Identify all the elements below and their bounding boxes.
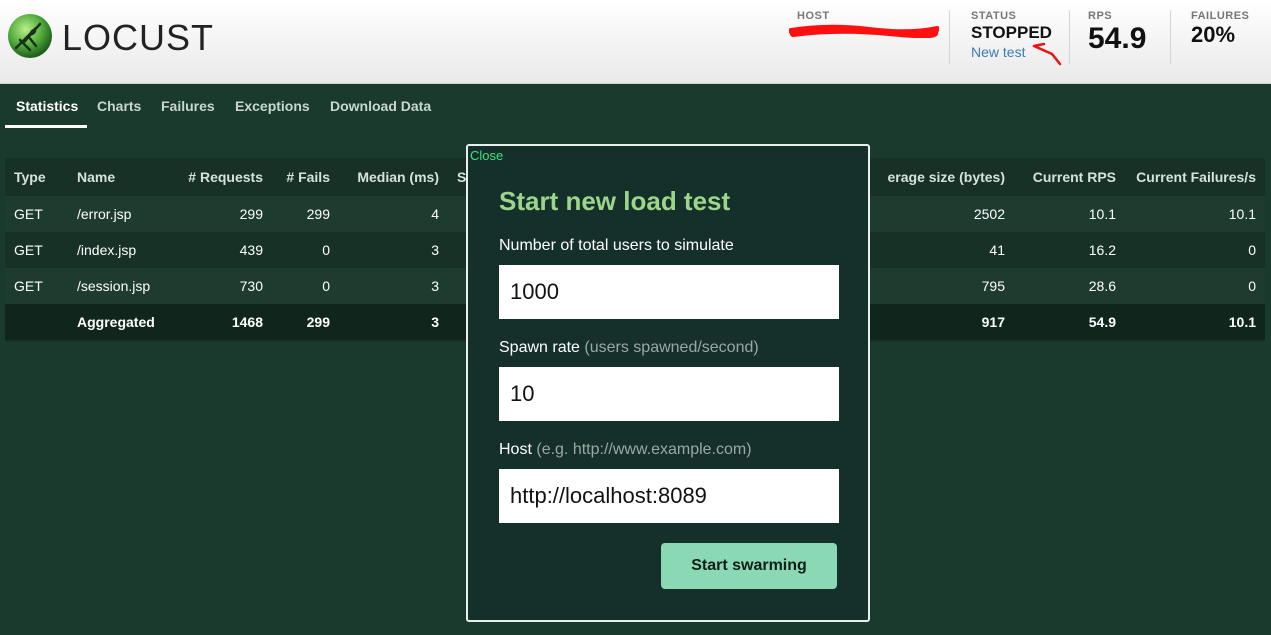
tab-failures[interactable]: Failures xyxy=(161,98,215,114)
cell-rps: 10.1 xyxy=(1014,196,1125,232)
cell-fails: 0 xyxy=(272,232,339,268)
spawn-rate-label-text: Spawn rate xyxy=(499,339,580,356)
host-hint: (e.g. http://www.example.com) xyxy=(536,441,752,458)
cell-type: GET xyxy=(5,268,68,304)
start-swarming-button[interactable]: Start swarming xyxy=(661,543,837,589)
cell-name: /session.jsp xyxy=(68,268,172,304)
cell-median: 3 xyxy=(339,268,448,304)
logo-text: LOCUST xyxy=(62,17,215,58)
cell-requests: 730 xyxy=(172,268,272,304)
header: LOCUST HOST STATUS STOPPED New test RPS … xyxy=(0,0,1271,84)
header-divider xyxy=(1170,10,1171,64)
column-header-current-failures[interactable]: Current Failures/s xyxy=(1125,158,1265,196)
cell-median: 4 xyxy=(339,196,448,232)
cell-type: GET xyxy=(5,232,68,268)
header-divider xyxy=(949,10,950,64)
spawn-rate-hint: (users spawned/second) xyxy=(584,339,759,356)
cell-failures-s: 10.1 xyxy=(1125,304,1265,340)
header-divider xyxy=(1069,10,1070,64)
tab-download-data[interactable]: Download Data xyxy=(330,98,431,114)
cell-name: /error.jsp xyxy=(68,196,172,232)
new-test-modal: Close Start new load test Number of tota… xyxy=(466,144,870,622)
column-header-type[interactable]: Type xyxy=(5,158,68,196)
host-field-label: Host (e.g. http://www.example.com) xyxy=(499,441,752,459)
close-modal-link[interactable]: Close xyxy=(470,148,503,163)
rps-stat: RPS 54.9 xyxy=(1088,10,1168,64)
annotation-arrow-icon xyxy=(1032,42,1062,66)
users-input[interactable] xyxy=(499,265,839,319)
cell-fails: 0 xyxy=(272,268,339,304)
column-header-name[interactable]: Name xyxy=(68,158,172,196)
cell-requests: 439 xyxy=(172,232,272,268)
tab-charts[interactable]: Charts xyxy=(97,98,141,114)
cell-name: Aggregated xyxy=(68,304,172,340)
host-label-text: Host xyxy=(499,441,532,458)
failures-label: FAILURES xyxy=(1191,10,1250,22)
cell-failures-s: 10.1 xyxy=(1125,196,1265,232)
cell-avg-size: 917 xyxy=(855,304,1014,340)
column-header-fails[interactable]: # Fails xyxy=(272,158,339,196)
cell-avg-size: 795 xyxy=(855,268,1014,304)
cell-name: /index.jsp xyxy=(68,232,172,268)
locust-logo-icon xyxy=(8,14,52,58)
column-header-current-rps[interactable]: Current RPS xyxy=(1014,158,1125,196)
column-header-avg-size[interactable]: erage size (bytes) xyxy=(855,158,1014,196)
cell-median: 3 xyxy=(339,304,448,340)
cell-type: GET xyxy=(5,196,68,232)
failures-stat: FAILURES 20% xyxy=(1191,10,1271,64)
tab-statistics[interactable]: Statistics xyxy=(16,98,78,114)
cell-avg-size: 2502 xyxy=(855,196,1014,232)
status-label: STATUS xyxy=(971,10,1017,22)
cell-type xyxy=(5,304,68,340)
cell-rps: 28.6 xyxy=(1014,268,1125,304)
redaction-mark xyxy=(789,24,939,38)
active-tab-indicator xyxy=(5,125,87,128)
rps-label: RPS xyxy=(1088,10,1113,22)
cell-failures-s: 0 xyxy=(1125,268,1265,304)
spawn-rate-input[interactable] xyxy=(499,367,839,421)
failures-value: 20% xyxy=(1191,22,1236,47)
modal-title: Start new load test xyxy=(499,186,731,216)
host-stat: HOST xyxy=(789,10,947,64)
spawn-rate-label: Spawn rate (users spawned/second) xyxy=(499,339,759,357)
column-header-median[interactable]: Median (ms) xyxy=(339,158,448,196)
cell-fails: 299 xyxy=(272,304,339,340)
cell-requests: 299 xyxy=(172,196,272,232)
rps-value: 54.9 xyxy=(1088,22,1147,55)
cell-median: 3 xyxy=(339,232,448,268)
host-input[interactable] xyxy=(499,469,839,523)
cell-rps: 54.9 xyxy=(1014,304,1125,340)
cell-fails: 299 xyxy=(272,196,339,232)
cell-rps: 16.2 xyxy=(1014,232,1125,268)
cell-requests: 1468 xyxy=(172,304,272,340)
tab-exceptions[interactable]: Exceptions xyxy=(235,98,310,114)
users-label: Number of total users to simulate xyxy=(499,237,734,254)
host-label: HOST xyxy=(797,10,830,22)
cell-failures-s: 0 xyxy=(1125,232,1265,268)
cell-avg-size: 41 xyxy=(855,232,1014,268)
column-header-requests[interactable]: # Requests xyxy=(172,158,272,196)
